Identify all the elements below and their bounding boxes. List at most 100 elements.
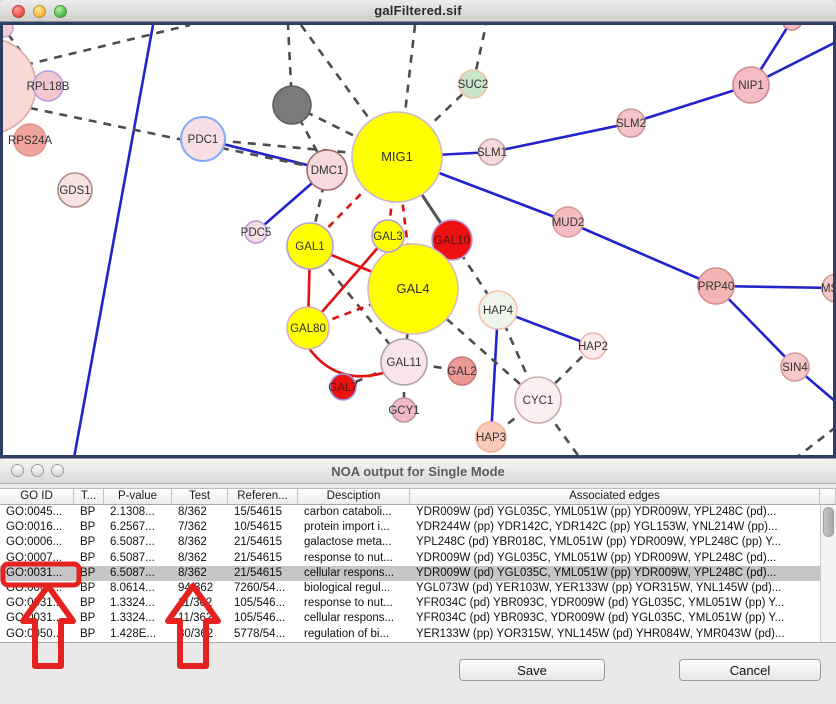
column-header-associated-edges[interactable]: Associated edges [410, 489, 820, 504]
cell-reference[interactable]: 5778/54... [228, 627, 298, 642]
cell-description[interactable]: carbon cataboli... [298, 505, 410, 520]
cell-type[interactable]: BP [74, 520, 104, 535]
cell-description[interactable]: response to nut... [298, 596, 410, 611]
node-circle[interactable] [273, 86, 311, 124]
table-row[interactable]: GO:0031...BP6.5087...8/36221/54615cellul… [0, 566, 836, 581]
cell-reference[interactable]: 21/54615 [228, 551, 298, 566]
cell-type[interactable]: BP [74, 535, 104, 550]
table-row[interactable]: GO:0065...BP8.0614...94/3627260/54...bio… [0, 581, 836, 596]
cell-type[interactable]: BP [74, 596, 104, 611]
cell-pvalue[interactable]: 2.1308... [104, 505, 172, 520]
cell-pvalue[interactable]: 1.428E... [104, 627, 172, 642]
network-node-GAL4[interactable]: GAL4 [368, 244, 458, 334]
cell-description[interactable]: regulation of bi... [298, 627, 410, 642]
save-button[interactable]: Save [459, 659, 605, 681]
scrollbar-thumb[interactable] [823, 507, 834, 537]
cell-test[interactable]: 94/362 [172, 581, 228, 596]
cell-associated-edges[interactable]: YPL248C (pd) YBR018C, YML051W (pp) YDR00… [410, 535, 820, 550]
network-node-PRP40[interactable]: PRP40 [698, 268, 734, 304]
cell-associated-edges[interactable]: YDR009W (pd) YGL035C, YML051W (pp) YDR00… [410, 505, 820, 520]
cell-go-id[interactable]: GO:0031... [0, 611, 74, 626]
column-header-reference[interactable]: Referen... [228, 489, 298, 504]
cell-associated-edges[interactable]: YFR034C (pd) YBR093C, YDR009W (pd) YGL03… [410, 611, 820, 626]
network-node-gray-node[interactable] [273, 86, 311, 124]
cell-test[interactable]: 7/362 [172, 520, 228, 535]
cell-description[interactable]: cellular respons... [298, 611, 410, 626]
table-row[interactable]: GO:0016...BP6.2567...7/36210/54615protei… [0, 520, 836, 535]
cell-go-id[interactable]: GO:0045... [0, 505, 74, 520]
cell-associated-edges[interactable]: YDR009W (pd) YGL035C, YML051W (pp) YDR00… [410, 551, 820, 566]
cell-reference[interactable]: 105/546... [228, 596, 298, 611]
cell-description[interactable]: response to nut... [298, 551, 410, 566]
cell-reference[interactable]: 15/54615 [228, 505, 298, 520]
network-node-GAL3[interactable]: GAL3 [372, 220, 404, 252]
cell-go-id[interactable]: GO:0050... [0, 627, 74, 642]
cell-reference[interactable]: 21/54615 [228, 566, 298, 581]
cell-pvalue[interactable]: 6.5087... [104, 535, 172, 550]
column-header-test[interactable]: Test [172, 489, 228, 504]
network-node-HAP4[interactable]: HAP4 [479, 291, 517, 329]
network-node-PDC1[interactable]: PDC1 [181, 117, 225, 161]
cell-test[interactable]: 8/362 [172, 505, 228, 520]
cell-go-id[interactable]: GO:0031... [0, 596, 74, 611]
network-node-SLM2[interactable]: SLM2 [616, 109, 646, 137]
network-node-MUD2[interactable]: MUD2 [552, 207, 585, 237]
cell-reference[interactable]: 21/54615 [228, 535, 298, 550]
cell-type[interactable]: BP [74, 581, 104, 596]
cell-pvalue[interactable]: 8.0614... [104, 581, 172, 596]
cancel-button[interactable]: Cancel [679, 659, 821, 681]
network-node-CYC1[interactable]: CYC1 [515, 377, 561, 423]
cell-pvalue[interactable]: 6.5087... [104, 566, 172, 581]
cell-type[interactable]: BP [74, 611, 104, 626]
table-row[interactable]: GO:0045...BP2.1308...8/36215/54615carbon… [0, 505, 836, 520]
network-node-SUC2[interactable]: SUC2 [458, 70, 489, 98]
network-node-GAL7[interactable]: GAL7 [328, 374, 357, 400]
cell-go-id[interactable]: GO:0007... [0, 551, 74, 566]
network-node-GDS1[interactable]: GDS1 [58, 173, 92, 207]
cell-description[interactable]: cellular respons... [298, 566, 410, 581]
table-scrollbar[interactable] [820, 505, 836, 642]
cell-description[interactable]: galactose meta... [298, 535, 410, 550]
network-node-NIP1[interactable]: NIP1 [733, 67, 769, 103]
cell-test[interactable]: 11/362 [172, 611, 228, 626]
column-header-go-id[interactable]: GO ID [0, 489, 74, 504]
cell-pvalue[interactable]: 6.5087... [104, 551, 172, 566]
panel-zoom-button[interactable] [51, 464, 64, 477]
network-node-DMC1[interactable]: DMC1 [307, 150, 347, 190]
network-node-GAL11[interactable]: GAL11 [381, 339, 427, 385]
cell-pvalue[interactable]: 1.3324... [104, 611, 172, 626]
cell-test[interactable]: 8/362 [172, 535, 228, 550]
network-node-SIN4[interactable]: SIN4 [781, 353, 809, 381]
cell-description[interactable]: biological regul... [298, 581, 410, 596]
cell-description[interactable]: protein import i... [298, 520, 410, 535]
cell-go-id[interactable]: GO:0016... [0, 520, 74, 535]
network-node-GAL80[interactable]: GAL80 [287, 307, 329, 349]
cell-associated-edges[interactable]: YGL073W (pd) YER103W, YER133W (pp) YOR31… [410, 581, 820, 596]
panel-close-button[interactable] [11, 464, 24, 477]
network-graph[interactable]: RPL18BRPS24AGDS1PDC1MIG1DMC1PDC5SUC2SLM1… [0, 22, 836, 458]
cell-type[interactable]: BP [74, 505, 104, 520]
cell-associated-edges[interactable]: YFR034C (pd) YBR093C, YDR009W (pd) YGL03… [410, 596, 820, 611]
cell-reference[interactable]: 10/54615 [228, 520, 298, 535]
cell-pvalue[interactable]: 1.3324... [104, 596, 172, 611]
cell-pvalue[interactable]: 6.2567... [104, 520, 172, 535]
cell-go-id[interactable]: GO:0031... [0, 566, 74, 581]
table-row[interactable]: GO:0050...BP1.428E...80/3625778/54...reg… [0, 627, 836, 642]
cell-go-id[interactable]: GO:0006... [0, 535, 74, 550]
table-row[interactable]: GO:0006...BP6.5087...8/36221/54615galact… [0, 535, 836, 550]
cell-test[interactable]: 8/362 [172, 566, 228, 581]
network-node-GAL2[interactable]: GAL2 [447, 357, 476, 385]
panel-minimize-button[interactable] [31, 464, 44, 477]
cell-associated-edges[interactable]: YDR244W (pp) YDR142C, YDR142C (pp) YGL15… [410, 520, 820, 535]
cell-associated-edges[interactable]: YER133W (pp) YOR315W, YNL145W (pd) YHR08… [410, 627, 820, 642]
network-node-HAP3[interactable]: HAP3 [476, 422, 506, 452]
cell-type[interactable]: BP [74, 566, 104, 581]
cell-test[interactable]: 80/362 [172, 627, 228, 642]
cell-associated-edges[interactable]: YDR009W (pd) YGL035C, YML051W (pp) YDR00… [410, 566, 820, 581]
network-node-MIG1[interactable]: MIG1 [352, 112, 442, 202]
table-row[interactable]: GO:0007...BP6.5087...8/36221/54615respon… [0, 551, 836, 566]
network-node-GAL1[interactable]: GAL1 [287, 223, 333, 269]
column-header-description[interactable]: Desciption [298, 489, 410, 504]
cell-reference[interactable]: 105/546... [228, 611, 298, 626]
cell-type[interactable]: BP [74, 627, 104, 642]
